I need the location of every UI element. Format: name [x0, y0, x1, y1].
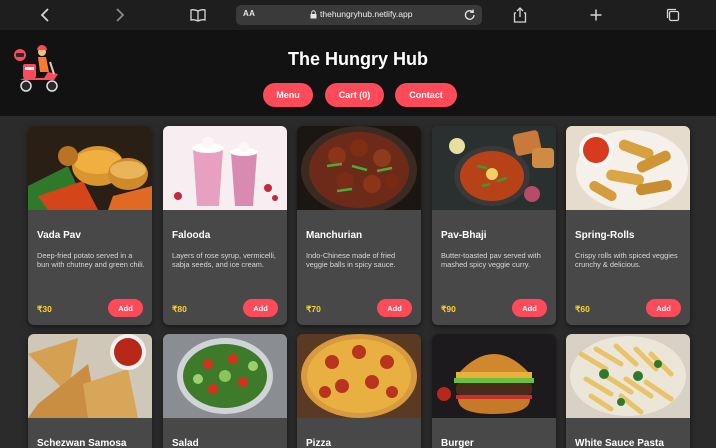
site-title: The Hungry Hub: [288, 49, 428, 69]
share-icon[interactable]: [510, 5, 530, 25]
manchurian-image: [297, 126, 421, 210]
site-header: The Hungry Hub Menu Cart (0) Contact: [0, 30, 716, 116]
salad-image: [163, 334, 287, 418]
menu-item-name: Pizza: [306, 438, 332, 448]
falooda-image: [163, 126, 287, 210]
lock-icon: [310, 10, 317, 19]
add-to-cart-button[interactable]: Add: [108, 299, 143, 317]
address-bar[interactable]: AA thehungryhub.netlify.app: [236, 5, 482, 25]
menu-item-name: Manchurian: [306, 230, 363, 241]
text-size-button[interactable]: AA: [243, 9, 255, 18]
menu-item-name: White Sauce Pasta: [575, 438, 664, 448]
nav-menu-button[interactable]: Menu: [263, 83, 313, 107]
reload-icon[interactable]: [463, 7, 477, 23]
menu-item-description: Indo-Chinese made of fried veggie balls …: [306, 251, 396, 270]
menu-card-vada-pav: Vada Pav Deep-fried potato served in a b…: [28, 126, 152, 325]
menu-card-falooda: Falooda Layers of rose syrup, vermicelli…: [163, 126, 287, 325]
url-text: thehungryhub.netlify.app: [320, 9, 413, 19]
burger-image: [432, 334, 556, 418]
add-to-cart-button[interactable]: Add: [377, 299, 412, 317]
menu-item-description: Layers of rose syrup, vermicelli, sabja …: [172, 251, 276, 270]
add-to-cart-button[interactable]: Add: [512, 299, 547, 317]
menu-item-name: Pav-Bhaji: [441, 230, 487, 241]
nav-contact-button[interactable]: Contact: [395, 83, 457, 107]
menu-item-name: Burger: [441, 438, 474, 448]
menu-card-spring-rolls: Spring-Rolls Crispy rolls with spiced ve…: [566, 126, 690, 325]
samosa-image: [28, 334, 152, 418]
menu-card-pizza: Pizza: [297, 334, 421, 448]
menu-card-burger: Burger: [432, 334, 556, 448]
menu-item-description: Deep-fried potato served in a bun with c…: [37, 251, 145, 270]
menu-item-name: Schezwan Samosa: [37, 438, 127, 448]
nav-cart-button[interactable]: Cart (0): [325, 83, 384, 107]
browser-toolbar: AA thehungryhub.netlify.app: [0, 0, 716, 30]
menu-item-name: Vada Pav: [37, 230, 81, 241]
vada-pav-image: [28, 126, 152, 210]
add-to-cart-button[interactable]: Add: [646, 299, 681, 317]
menu-item-name: Falooda: [172, 230, 211, 241]
menu-card-pav-bhaji: Pav-Bhaji Butter-toasted pav served with…: [432, 126, 556, 325]
menu-card-manchurian: Manchurian Indo-Chinese made of fried ve…: [297, 126, 421, 325]
menu-item-price: ₹60: [575, 304, 590, 314]
pav-bhaji-image: [432, 126, 556, 210]
menu-item-name: Spring-Rolls: [575, 230, 635, 241]
menu-card-white-sauce-pasta: White Sauce Pasta: [566, 334, 690, 448]
forward-icon[interactable]: [110, 5, 130, 25]
menu-item-price: ₹30: [37, 304, 52, 314]
menu-item-price: ₹80: [172, 304, 187, 314]
pizza-image: [297, 334, 421, 418]
menu-item-description: Butter-toasted pav served with mashed sp…: [441, 251, 541, 270]
bookmarks-icon[interactable]: [188, 5, 208, 25]
menu-item-price: ₹70: [306, 304, 321, 314]
menu-card-salad: Salad: [163, 334, 287, 448]
spring-rolls-image: [566, 126, 690, 210]
tabs-overview-icon[interactable]: [663, 5, 683, 25]
pasta-image: [566, 334, 690, 418]
menu-item-price: ₹90: [441, 304, 456, 314]
menu-item-description: Crispy rolls with spiced veggies crunchy…: [575, 251, 678, 270]
new-tab-icon[interactable]: [586, 5, 606, 25]
menu-card-schezwan-samosa: Schezwan Samosa: [28, 334, 152, 448]
menu-item-name: Salad: [172, 438, 199, 448]
add-to-cart-button[interactable]: Add: [243, 299, 278, 317]
back-icon[interactable]: [35, 5, 55, 25]
